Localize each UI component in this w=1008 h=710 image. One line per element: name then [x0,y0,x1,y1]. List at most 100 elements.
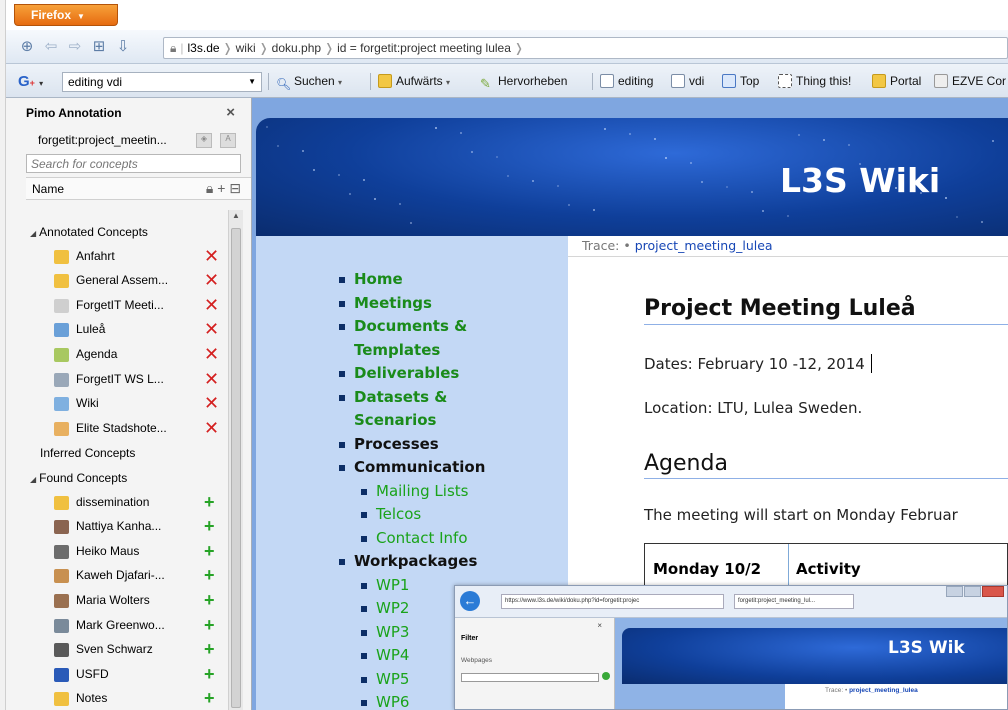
annotate-icon[interactable]: ◈ [196,133,212,148]
minimize-icon [946,586,963,597]
forward-icon[interactable]: ⇨ [66,38,84,56]
concept-search-input[interactable]: Search for concepts [26,154,241,173]
annotated-concept-item[interactable]: Luleå ✕ [26,318,226,343]
annotated-concept-item[interactable]: Elite Stadshote... ✕ [26,417,226,442]
group-inferred-concepts[interactable]: Inferred Concepts [26,441,226,466]
new-tab-icon[interactable]: ⊕ [18,38,36,56]
search-input[interactable]: editing vdi ▼ [62,72,262,92]
remove-icon[interactable]: ✕ [204,344,219,365]
add-icon[interactable]: + [204,492,215,513]
wiki-nav-item[interactable]: Telcos [334,503,574,527]
annotated-concept-item[interactable]: General Assem... ✕ [26,269,226,294]
add-icon[interactable]: + [217,180,225,196]
google-toolbar-icon[interactable]: G+ ▾ [18,73,43,90]
remove-icon[interactable]: ✕ [204,270,219,291]
url-segment-path[interactable]: wiki [236,41,256,55]
bookmark-thing-this[interactable]: Thing this! [778,74,851,88]
highlight-button[interactable]: ✎ Hervorheben [480,74,568,91]
wiki-nav-item[interactable]: Communication [334,456,574,480]
banner-star [557,185,559,187]
chevron-down-icon[interactable]: ▼ [248,77,256,86]
dashed-box-icon [778,74,792,88]
found-concept-item[interactable]: USFD + [26,663,226,688]
banner-star [266,126,268,128]
concept-label: Heiko Maus [76,543,140,558]
add-icon[interactable]: + [204,590,215,611]
add-icon[interactable]: + [204,688,215,709]
found-concept-item[interactable]: Notes + [26,687,226,710]
close-icon[interactable]: × [226,104,235,121]
add-icon[interactable]: + [204,664,215,685]
tag-icon[interactable]: A [220,133,236,148]
annotated-concept-item[interactable]: Agenda ✕ [26,343,226,368]
add-icon[interactable]: + [204,516,215,537]
add-icon[interactable]: + [204,541,215,562]
sidebar-header: Pimo Annotation × [6,98,251,128]
found-concept-item[interactable]: Nattiya Kanha... + [26,515,226,540]
bookmark-vdi[interactable]: vdi [671,74,704,88]
scroll-up-icon[interactable]: ▲ [232,211,240,220]
wiki-site-title[interactable]: L3S Wiki [780,161,940,200]
wiki-nav-item[interactable]: Contact Info [334,527,574,551]
group-annotated-concepts[interactable]: ◢ Annotated Concepts [26,220,226,245]
found-concept-item[interactable]: dissemination + [26,491,226,516]
found-concept-item[interactable]: Kaweh Djafari-... + [26,564,226,589]
download-icon[interactable]: ⇩ [114,38,132,56]
add-icon[interactable]: + [204,615,215,636]
url-segment-host[interactable]: l3s.de [188,41,220,55]
remove-icon[interactable]: ✕ [204,295,219,316]
bookmark-top[interactable]: Top [722,74,759,88]
highlight-button-label: Hervorheben [498,74,568,88]
wiki-nav-item[interactable]: Processes [334,433,574,457]
bookmark-editing[interactable]: editing [600,74,653,88]
add-icon[interactable]: + [204,565,215,586]
tab-groups-icon[interactable]: ⊞ [90,38,108,56]
scrollbar-thumb[interactable] [231,228,241,708]
column-header-label: Name [32,182,65,196]
found-concept-item[interactable]: Mark Greenwo... + [26,614,226,639]
expand-triangle-icon[interactable]: ◢ [30,229,36,238]
wiki-nav-item[interactable]: Workpackages [334,550,574,574]
expand-triangle-icon[interactable]: ◢ [30,475,36,484]
url-segment-query[interactable]: id = forgetit:project meeting lulea [337,41,511,55]
wiki-nav-item[interactable]: Templates [334,339,574,363]
remove-icon[interactable]: ✕ [204,369,219,390]
add-icon[interactable]: + [204,639,215,660]
found-concept-item[interactable]: Heiko Maus + [26,540,226,565]
concept-label: dissemination [76,494,150,509]
remove-icon[interactable]: ✕ [204,393,219,414]
wiki-nav-item[interactable]: Documents & [334,315,574,339]
document-icon [934,74,948,88]
sidebar-scrollbar[interactable]: ▲ [228,210,243,710]
url-segment-file[interactable]: doku.php [272,41,321,55]
wiki-nav-item[interactable]: Home [334,268,574,292]
wiki-nav-item[interactable]: Meetings [334,292,574,316]
trace-link[interactable]: project_meeting_lulea [635,238,773,253]
remove-icon[interactable]: ✕ [204,319,219,340]
found-concept-item[interactable]: Sven Schwarz + [26,638,226,663]
bookmark-portal[interactable]: Portal [872,74,921,88]
column-header[interactable]: Name 🔒︎ + ⊟ [26,177,251,200]
wiki-nav-item[interactable]: Datasets & [334,386,574,410]
annotated-concept-item[interactable]: Wiki ✕ [26,392,226,417]
lock-icon[interactable]: 🔒︎ [206,180,213,196]
firefox-menu-button[interactable]: Firefox ▼ [14,4,118,26]
wiki-nav-item[interactable]: Mailing Lists [334,480,574,504]
back-icon[interactable]: ⇦ [42,38,60,56]
annotated-concept-item[interactable]: ForgetIT WS L... ✕ [26,368,226,393]
wiki-nav-item[interactable]: Scenarios [334,409,574,433]
remove-icon[interactable]: ✕ [204,418,219,439]
address-bar[interactable]: 🔒︎ | l3s.de ❭ wiki ❭ doku.php ❭ id = forgetit:pr… [163,37,1008,59]
up-button[interactable]: Aufwärts ▾ [378,74,450,88]
bookmark-ezve[interactable]: EZVE Cor [934,74,1006,88]
concept-label: Wiki [76,396,99,411]
search-button[interactable]: 🔍︎ Suchen ▾ [276,74,342,91]
annotated-concept-item[interactable]: ForgetIT Meeti... ✕ [26,294,226,319]
column-picker-icon[interactable]: ⊟ [229,180,241,196]
found-concept-item[interactable]: Maria Wolters + [26,589,226,614]
remove-icon[interactable]: ✕ [204,246,219,267]
group-found-concepts[interactable]: ◢ Found Concepts [26,466,226,491]
annotated-concept-item[interactable]: Anfahrt ✕ [26,245,226,270]
wiki-nav-item[interactable]: Deliverables [334,362,574,386]
sidebar-title: Pimo Annotation [26,106,122,120]
